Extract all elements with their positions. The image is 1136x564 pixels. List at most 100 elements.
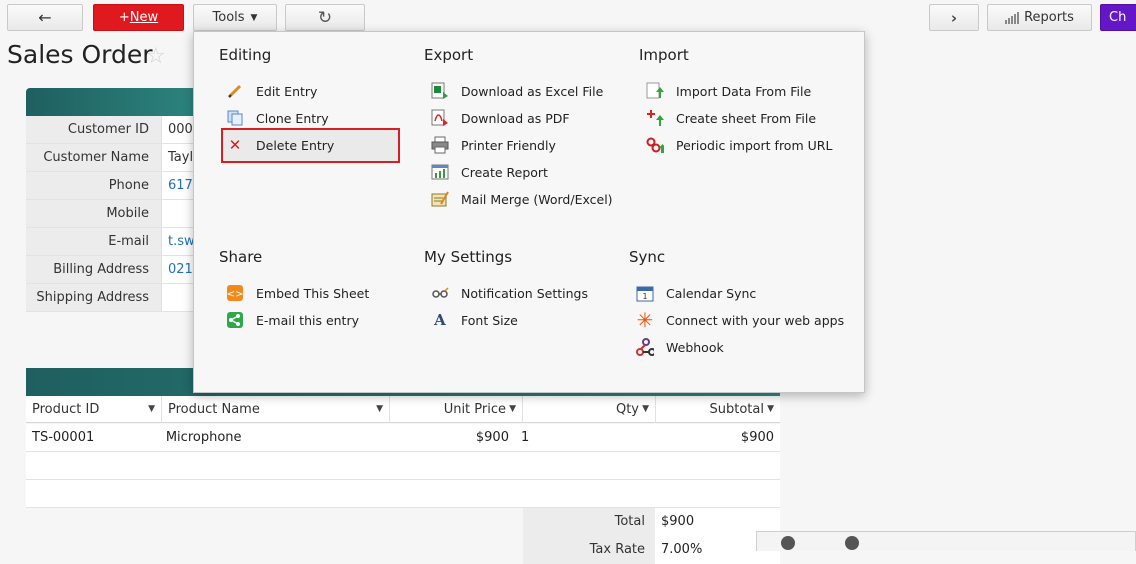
menu-item-label: Webhook xyxy=(666,339,724,355)
star-icon[interactable]: ☆ xyxy=(146,44,166,69)
caret-down-icon: ▼ xyxy=(642,404,649,414)
bottom-panel xyxy=(756,531,1136,551)
menu-item-label: Download as Excel File xyxy=(461,83,604,99)
menu-item-label: Embed This Sheet xyxy=(256,285,370,301)
table-row-empty[interactable] xyxy=(26,480,780,508)
menu-item-label: Printer Friendly xyxy=(461,137,556,153)
column-header-subtotal[interactable]: Subtotal ▼ xyxy=(656,396,780,423)
field-label: Phone xyxy=(26,172,162,199)
menu-item-label: Create Report xyxy=(461,164,548,180)
menu-item-font-size[interactable]: A Font Size xyxy=(431,309,518,331)
menu-item-mail-merge[interactable]: Mail Merge (Word/Excel) xyxy=(431,188,613,210)
menu-item-label: Font Size xyxy=(461,312,518,328)
menu-item-delete-entry[interactable]: ✕ Delete Entry xyxy=(226,134,335,156)
pencil-icon xyxy=(226,82,244,100)
menu-item-label: Notification Settings xyxy=(461,285,588,301)
link-chain-icon xyxy=(646,136,664,154)
import-file-icon xyxy=(646,82,664,100)
menu-item-create-sheet[interactable]: Create sheet From File xyxy=(646,107,816,129)
delete-x-icon: ✕ xyxy=(228,136,242,154)
arrow-left-icon: ← xyxy=(38,8,52,27)
section-title-import: Import xyxy=(639,46,689,64)
cell-product-name: Microphone xyxy=(165,430,242,445)
summary-total-row: Total $900 xyxy=(523,508,780,536)
column-header-qty[interactable]: Qty ▼ xyxy=(523,396,656,423)
section-title-share: Share xyxy=(219,248,263,266)
next-button[interactable]: › xyxy=(929,4,979,31)
menu-item-periodic-import[interactable]: Periodic import from URL xyxy=(646,134,832,156)
cell-subtotal: $900 xyxy=(740,430,775,445)
section-title-sync: Sync xyxy=(629,248,666,266)
caret-down-icon: ▼ xyxy=(148,404,155,414)
menu-item-connect-apps[interactable]: ✳ Connect with your web apps xyxy=(636,308,845,332)
section-title-settings: My Settings xyxy=(424,248,513,266)
excel-icon xyxy=(431,82,449,100)
field-label: E-mail xyxy=(26,228,162,255)
new-button[interactable]: + New xyxy=(93,4,184,31)
bar-chart-icon xyxy=(1005,11,1020,24)
total-label: Total xyxy=(523,508,655,536)
refresh-icon: ↻ xyxy=(317,7,333,28)
menu-item-import-data[interactable]: Import Data From File xyxy=(646,80,811,102)
menu-item-label: Edit Entry xyxy=(256,83,318,99)
field-label: Shipping Address xyxy=(26,284,162,311)
create-sheet-icon xyxy=(646,109,664,127)
reports-button-label: Reports xyxy=(1024,10,1074,25)
menu-item-webhook[interactable]: Webhook xyxy=(636,336,724,358)
menu-item-label: Import Data From File xyxy=(676,83,812,99)
svg-text:<>: <> xyxy=(227,289,244,300)
caret-down-icon: ▼ xyxy=(509,404,516,414)
embed-code-icon: <> xyxy=(226,284,244,302)
column-header-product-name[interactable]: Product Name ▼ xyxy=(162,396,390,423)
calendar-icon: 1 xyxy=(636,284,654,302)
menu-item-edit-entry[interactable]: Edit Entry xyxy=(226,80,317,102)
page-title: Sales Order xyxy=(7,40,153,69)
menu-item-label: Delete Entry xyxy=(256,137,335,153)
column-header-product-id[interactable]: Product ID ▼ xyxy=(26,396,162,423)
column-header-unit-price[interactable]: Unit Price ▼ xyxy=(390,396,523,423)
menu-item-create-report[interactable]: Create Report xyxy=(431,161,548,183)
menu-item-clone-entry[interactable]: Clone Entry xyxy=(226,107,329,129)
field-label: Customer Name xyxy=(26,144,162,171)
menu-item-calendar-sync[interactable]: 1 Calendar Sync xyxy=(636,282,756,304)
menu-item-label: Calendar Sync xyxy=(666,285,757,301)
share-icon xyxy=(226,311,244,329)
pdf-icon xyxy=(431,109,449,127)
purple-button[interactable]: Ch xyxy=(1100,4,1136,31)
menu-item-email-entry[interactable]: E-mail this entry xyxy=(226,309,359,331)
tax-label: Tax Rate xyxy=(523,536,655,564)
report-icon xyxy=(431,163,449,181)
menu-item-label: Connect with your web apps xyxy=(666,312,845,328)
field-label: Mobile xyxy=(26,200,162,227)
menu-item-download-excel[interactable]: Download as Excel File xyxy=(431,80,603,102)
column-header-label: Subtotal xyxy=(709,402,764,417)
zapier-asterisk-icon: ✳ xyxy=(636,308,654,332)
menu-item-label: Clone Entry xyxy=(256,110,329,126)
tools-button[interactable]: Tools ▼ xyxy=(193,4,277,31)
cell-qty: 1 xyxy=(520,430,530,445)
menu-item-label: E-mail this entry xyxy=(256,312,359,328)
menu-item-label: Create sheet From File xyxy=(676,110,817,126)
menu-item-download-pdf[interactable]: Download as PDF xyxy=(431,107,570,129)
tools-button-label: Tools xyxy=(212,10,245,25)
font-size-icon: A xyxy=(434,311,446,329)
caret-down-icon: ▼ xyxy=(767,404,774,414)
tools-menu: Editing Edit Entry Clone Entry ✕ Delete … xyxy=(193,31,865,393)
reports-button[interactable]: Reports xyxy=(987,4,1092,31)
caret-down-icon: ▼ xyxy=(250,12,258,23)
purple-button-label: Ch xyxy=(1109,10,1127,25)
refresh-button[interactable]: ↻ xyxy=(285,4,365,31)
table-row[interactable]: TS-00001 Microphone $900 1 $900 xyxy=(26,424,780,452)
table-row-empty[interactable] xyxy=(26,452,780,480)
menu-item-embed-sheet[interactable]: <> Embed This Sheet xyxy=(226,282,369,304)
webhook-icon xyxy=(636,338,654,356)
glasses-icon xyxy=(431,284,449,302)
menu-item-notification-settings[interactable]: Notification Settings xyxy=(431,282,588,304)
menu-item-label: Mail Merge (Word/Excel) xyxy=(461,191,613,207)
back-button[interactable]: ← xyxy=(7,4,83,31)
cell-unit-price: $900 xyxy=(475,430,509,445)
section-title-editing: Editing xyxy=(219,46,272,64)
menu-item-label: Download as PDF xyxy=(461,110,570,126)
menu-item-printer-friendly[interactable]: Printer Friendly xyxy=(431,134,556,156)
subtable-header: Product ID ▼ Product Name ▼ Unit Price ▼… xyxy=(26,396,780,423)
